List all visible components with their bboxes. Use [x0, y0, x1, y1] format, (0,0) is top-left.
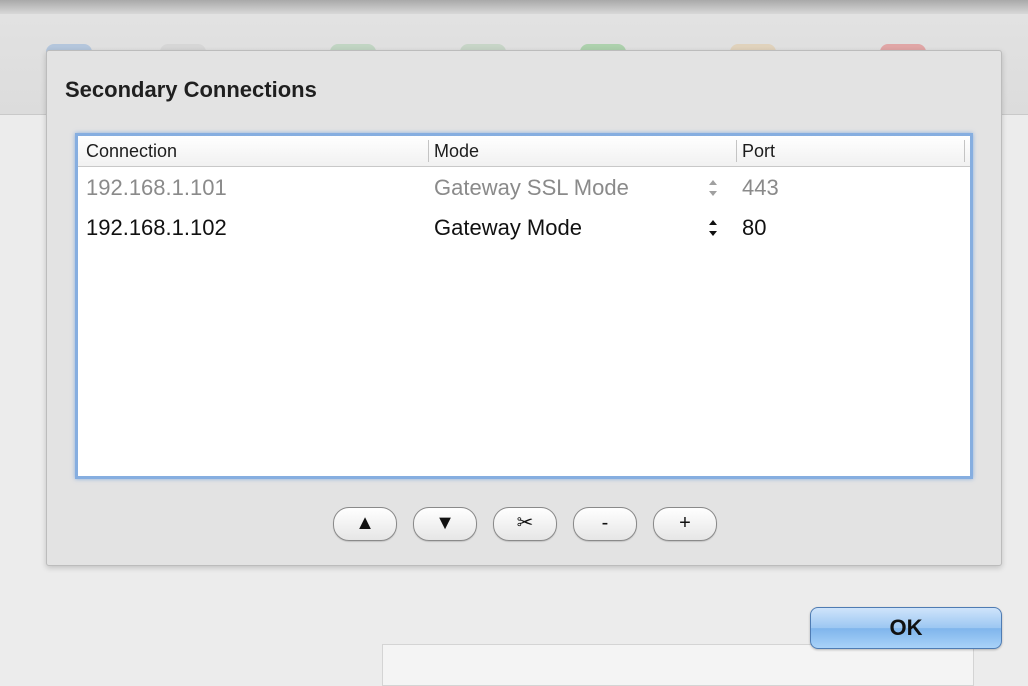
port-cell[interactable]: 80	[742, 208, 766, 248]
window-top-edge	[0, 0, 1028, 14]
minus-icon: -	[601, 512, 609, 534]
mode-stepper-icon[interactable]	[706, 178, 720, 198]
down-arrow-icon: ▼	[435, 512, 455, 534]
port-cell[interactable]: 443	[742, 168, 779, 208]
mode-cell[interactable]: Gateway Mode	[434, 208, 582, 248]
plus-icon: +	[679, 512, 691, 534]
remove-button[interactable]: -	[573, 507, 637, 541]
column-header-connection[interactable]: Connection	[86, 136, 177, 166]
table-header: Connection Mode Port	[78, 136, 970, 167]
scissors-icon: ✂	[516, 512, 534, 534]
table-row[interactable]: 192.168.1.102 Gateway Mode 80	[78, 208, 970, 248]
column-header-port[interactable]: Port	[742, 136, 775, 166]
connection-cell: 192.168.1.102	[86, 215, 227, 240]
mode-stepper-icon[interactable]	[706, 218, 720, 238]
connection-cell: 192.168.1.101	[86, 175, 227, 200]
connections-table[interactable]: Connection Mode Port 192.168.1.101 Gatew…	[75, 133, 973, 479]
column-header-mode[interactable]: Mode	[434, 136, 479, 166]
move-down-button[interactable]: ▼	[413, 507, 477, 541]
add-button[interactable]: +	[653, 507, 717, 541]
mode-cell[interactable]: Gateway SSL Mode	[434, 168, 629, 208]
table-row[interactable]: 192.168.1.101 Gateway SSL Mode 443	[78, 168, 970, 208]
cut-button[interactable]: ✂	[493, 507, 557, 541]
column-separator[interactable]	[736, 140, 737, 162]
move-up-button[interactable]: ▲	[333, 507, 397, 541]
up-arrow-icon: ▲	[355, 512, 375, 534]
secondary-connections-sheet: Secondary Connections Connection Mode Po…	[46, 50, 1002, 566]
column-separator[interactable]	[428, 140, 429, 162]
ok-button[interactable]: OK	[810, 607, 1002, 649]
column-separator[interactable]	[964, 140, 965, 162]
sheet-title: Secondary Connections	[65, 77, 317, 102]
